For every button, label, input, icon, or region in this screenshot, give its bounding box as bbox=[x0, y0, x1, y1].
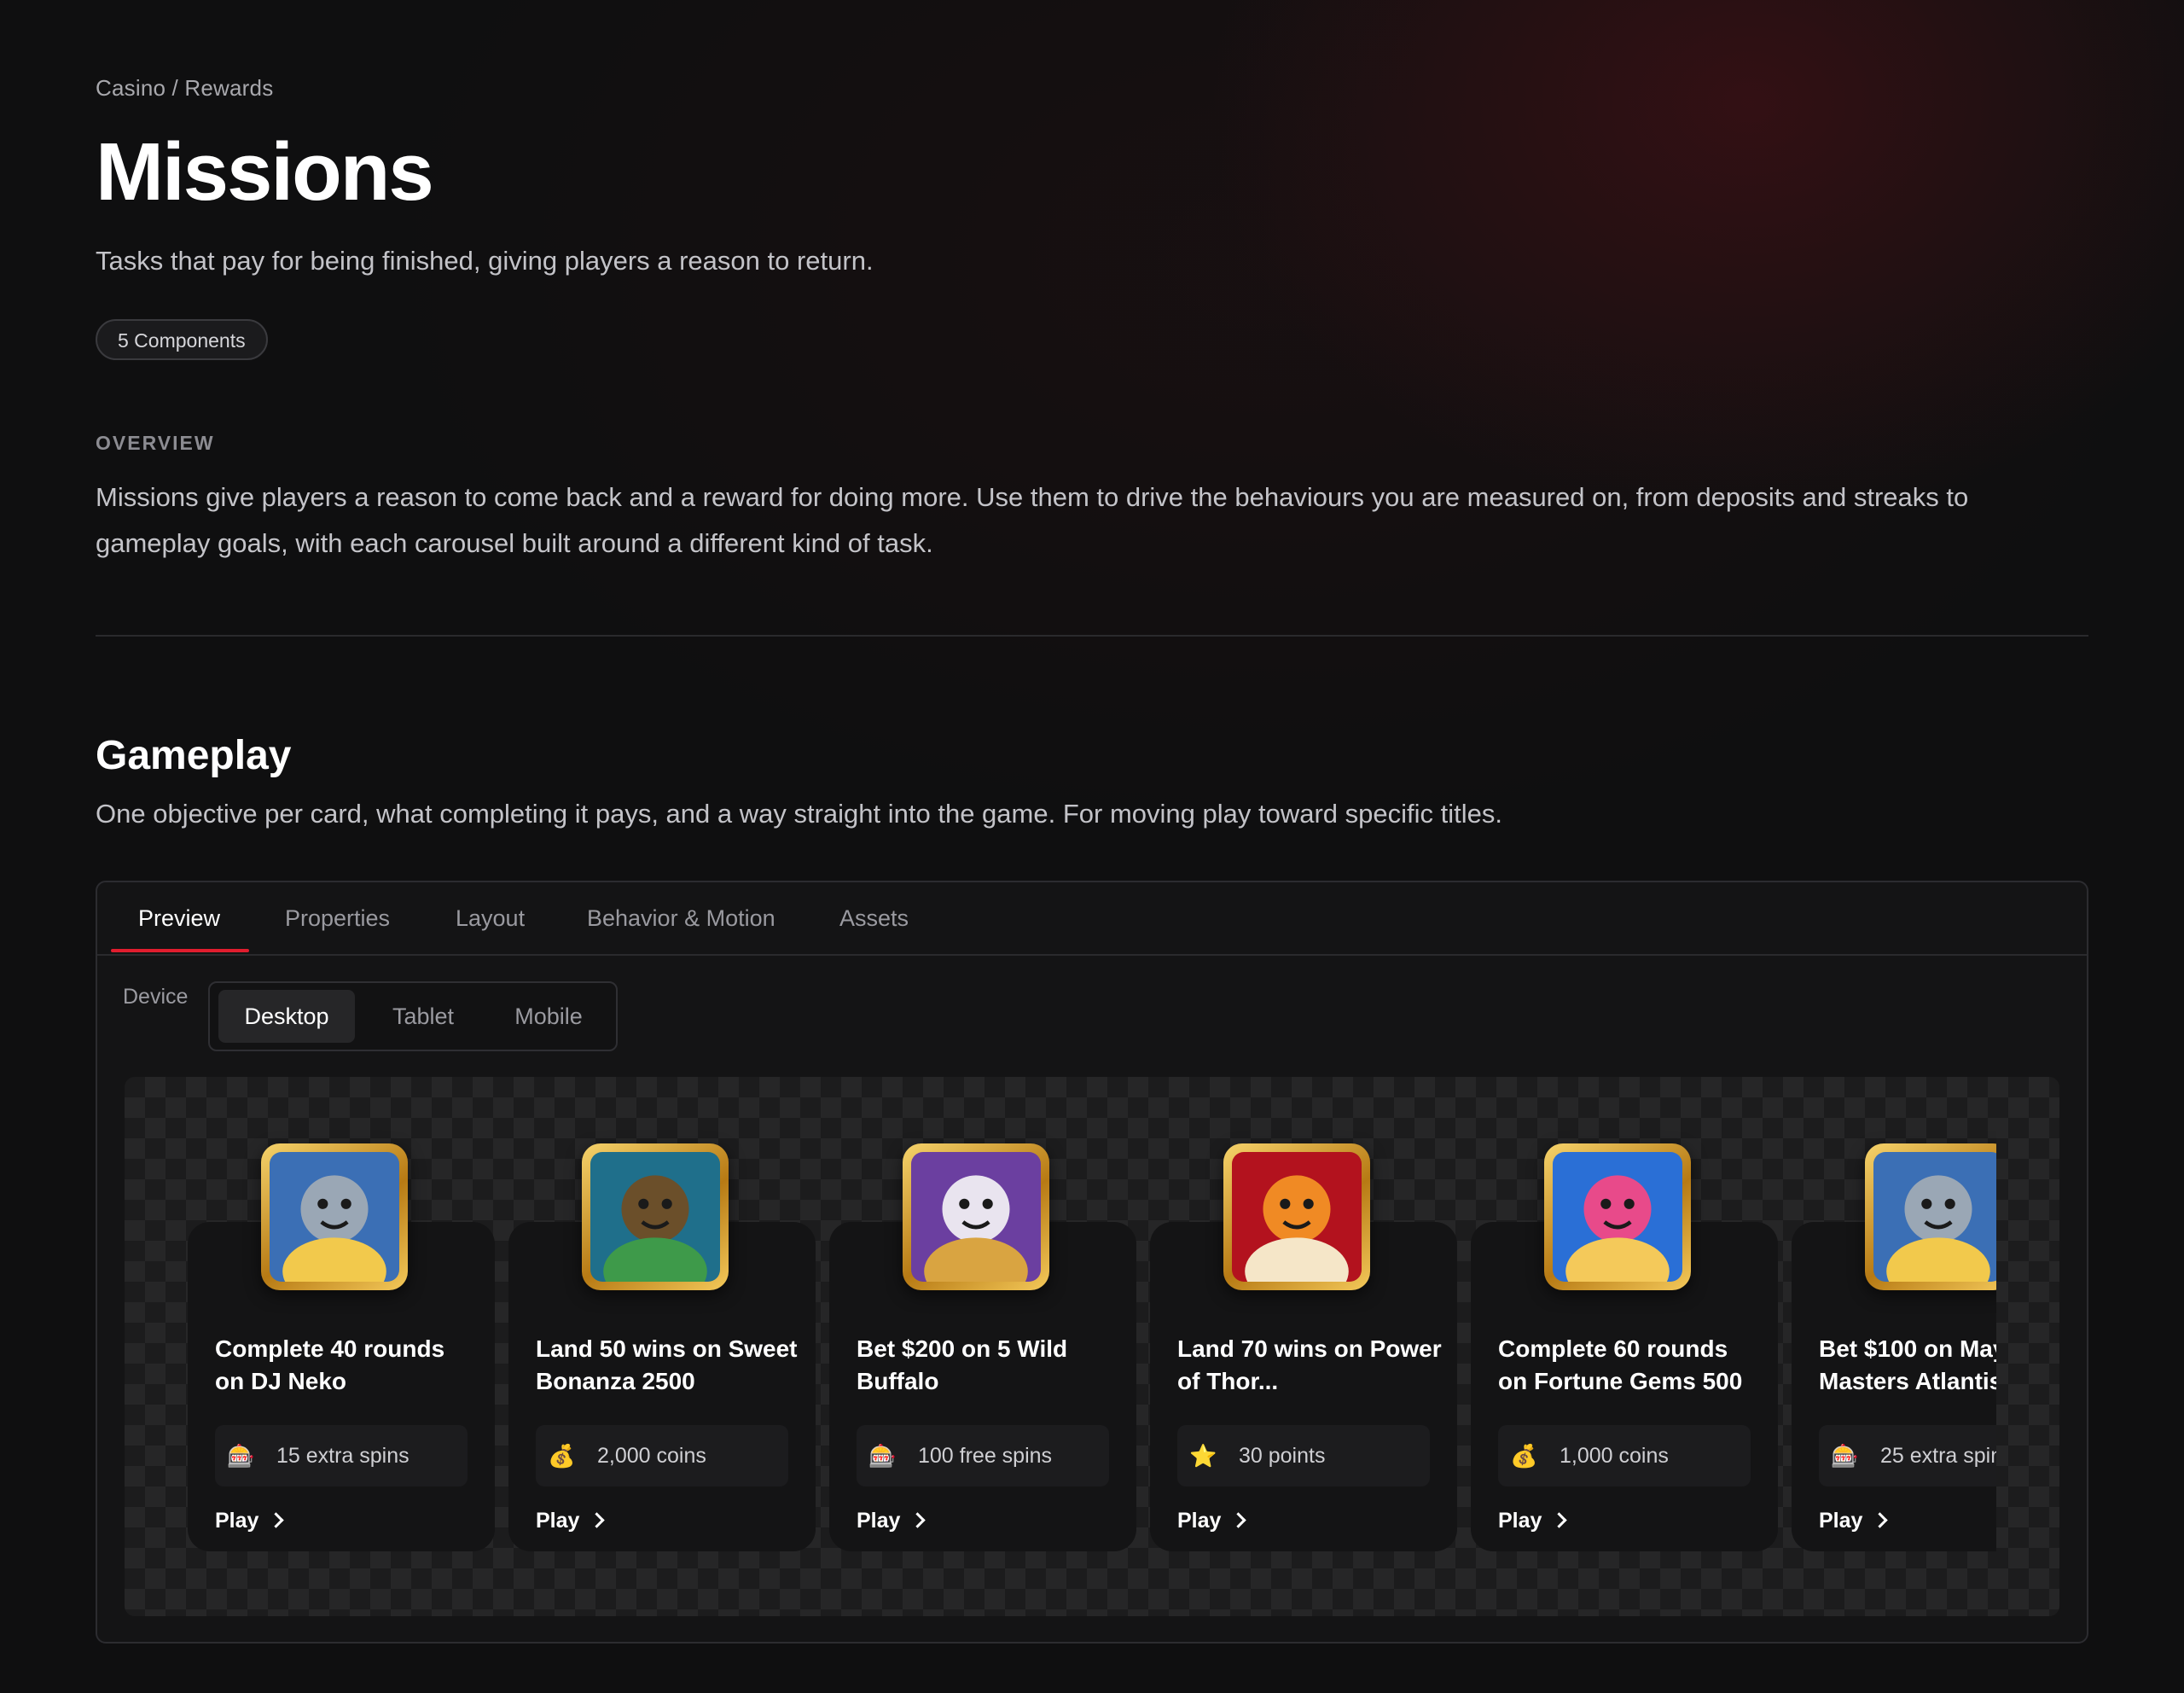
slot-machine-icon: 🎰 bbox=[1831, 1443, 1859, 1469]
device-desktop-button[interactable]: Desktop bbox=[218, 990, 355, 1043]
mission-card[interactable]: Bet $200 on 5 Wild Buffalo 🎰 100 free spin… bbox=[829, 1143, 1136, 1551]
fisherman-art bbox=[582, 1143, 729, 1290]
chevron-right-icon bbox=[909, 1512, 926, 1528]
reward-chip: ⭐ 30 points bbox=[1177, 1425, 1430, 1486]
star-icon: ⭐ bbox=[1189, 1443, 1217, 1469]
money-bag-icon: 💰 bbox=[548, 1443, 576, 1469]
play-button[interactable]: Play bbox=[857, 1505, 926, 1536]
mission-card[interactable]: Complete 40 rounds on DJ Neko 🎰 15 extra s… bbox=[188, 1143, 495, 1551]
reward-chip: 🎰 15 extra spins bbox=[215, 1425, 468, 1486]
slot-machine-icon: 🎰 bbox=[868, 1443, 897, 1469]
raccoon-emperor-art bbox=[261, 1143, 408, 1290]
play-button[interactable]: Play bbox=[1819, 1505, 1889, 1536]
tab-layout[interactable]: Layout bbox=[456, 882, 525, 954]
active-tab-indicator bbox=[111, 949, 249, 952]
slot-machine-icon: 🎰 bbox=[227, 1443, 255, 1469]
tiger-art bbox=[1223, 1143, 1370, 1290]
zeus-art bbox=[903, 1143, 1049, 1290]
money-bag-icon: 💰 bbox=[1510, 1443, 1538, 1469]
chevron-right-icon bbox=[1872, 1512, 1889, 1528]
play-label: Play bbox=[857, 1509, 901, 1533]
reward-label: 25 extra spins bbox=[1880, 1444, 1996, 1468]
device-label: Device bbox=[123, 985, 189, 1009]
play-label: Play bbox=[1498, 1509, 1542, 1533]
play-button[interactable]: Play bbox=[1177, 1505, 1247, 1536]
mission-title: Complete 40 rounds on DJ Neko bbox=[215, 1335, 445, 1394]
play-button[interactable]: Play bbox=[215, 1505, 285, 1536]
mission-title: Land 50 wins on Sweet Bonanza 2500 bbox=[536, 1335, 798, 1394]
page-title: Missions bbox=[96, 126, 434, 218]
reward-chip: 🎰 100 free spins bbox=[857, 1425, 1109, 1486]
device-tablet-button[interactable]: Tablet bbox=[363, 990, 483, 1043]
play-label: Play bbox=[536, 1509, 580, 1533]
mission-title: Land 70 wins on Power of Thor... bbox=[1177, 1335, 1442, 1394]
reward-label: 15 extra spins bbox=[276, 1444, 410, 1468]
play-button[interactable]: Play bbox=[1498, 1505, 1568, 1536]
section-title: Gameplay bbox=[96, 733, 292, 778]
reward-chip: 💰 1,000 coins bbox=[1498, 1425, 1751, 1486]
mission-card[interactable]: Complete 60 rounds on Fortune Gems 500 💰 1… bbox=[1471, 1143, 1778, 1551]
components-count-badge: 5 Components bbox=[96, 319, 268, 360]
chevron-right-icon bbox=[268, 1512, 285, 1528]
mission-card[interactable]: Bet $100 on Mayan Masters Atlantis 🎰 25 ex… bbox=[1792, 1143, 1996, 1551]
tab-properties[interactable]: Properties bbox=[285, 882, 390, 954]
pink-bear-art bbox=[1544, 1143, 1691, 1290]
tab-preview[interactable]: Preview bbox=[138, 882, 220, 954]
preview-canvas: Complete 40 rounds on DJ Neko 🎰 15 extra s… bbox=[125, 1077, 2059, 1616]
section-divider bbox=[96, 635, 2088, 637]
raccoon-emperor-art bbox=[1865, 1143, 1996, 1290]
missions-carousel[interactable]: Complete 40 rounds on DJ Neko 🎰 15 extra s… bbox=[125, 1077, 1996, 1616]
overview-label: OVERVIEW bbox=[96, 432, 215, 454]
mission-title: Bet $100 on Mayan Masters Atlantis bbox=[1819, 1335, 1996, 1394]
play-button[interactable]: Play bbox=[536, 1505, 606, 1536]
reward-label: 2,000 coins bbox=[597, 1444, 706, 1468]
tab-bar: Preview Properties Layout Behavior & Mot… bbox=[97, 882, 2087, 956]
reward-label: 1,000 coins bbox=[1560, 1444, 1669, 1468]
device-mobile-button[interactable]: Mobile bbox=[486, 990, 611, 1043]
play-label: Play bbox=[1177, 1509, 1222, 1533]
play-label: Play bbox=[215, 1509, 259, 1533]
chevron-right-icon bbox=[1551, 1512, 1568, 1528]
device-switcher: Desktop Tablet Mobile bbox=[208, 981, 618, 1051]
section-description: One objective per card, what completing … bbox=[96, 799, 1502, 829]
mission-card[interactable]: Land 70 wins on Power of Thor... ⭐ 30 poin… bbox=[1150, 1143, 1457, 1551]
reward-label: 100 free spins bbox=[918, 1444, 1053, 1468]
mission-title: Bet $200 on 5 Wild Buffalo bbox=[857, 1335, 1068, 1394]
tab-assets[interactable]: Assets bbox=[839, 882, 909, 954]
breadcrumb[interactable]: Casino / Rewards bbox=[96, 75, 273, 102]
overview-text: Missions give players a reason to come b… bbox=[96, 482, 1969, 558]
play-label: Play bbox=[1819, 1509, 1863, 1533]
reward-chip: 💰 2,000 coins bbox=[536, 1425, 788, 1486]
tab-behavior-motion[interactable]: Behavior & Motion bbox=[587, 882, 775, 954]
page-subtitle: Tasks that pay for being finished, givin… bbox=[96, 246, 874, 276]
reward-chip: 🎰 25 extra spins bbox=[1819, 1425, 1996, 1486]
reward-label: 30 points bbox=[1239, 1444, 1326, 1468]
chevron-right-icon bbox=[1230, 1512, 1247, 1528]
mission-card[interactable]: Land 50 wins on Sweet Bonanza 2500 💰 2,000… bbox=[508, 1143, 816, 1551]
chevron-right-icon bbox=[589, 1512, 606, 1528]
mission-title: Complete 60 rounds on Fortune Gems 500 bbox=[1498, 1335, 1743, 1394]
